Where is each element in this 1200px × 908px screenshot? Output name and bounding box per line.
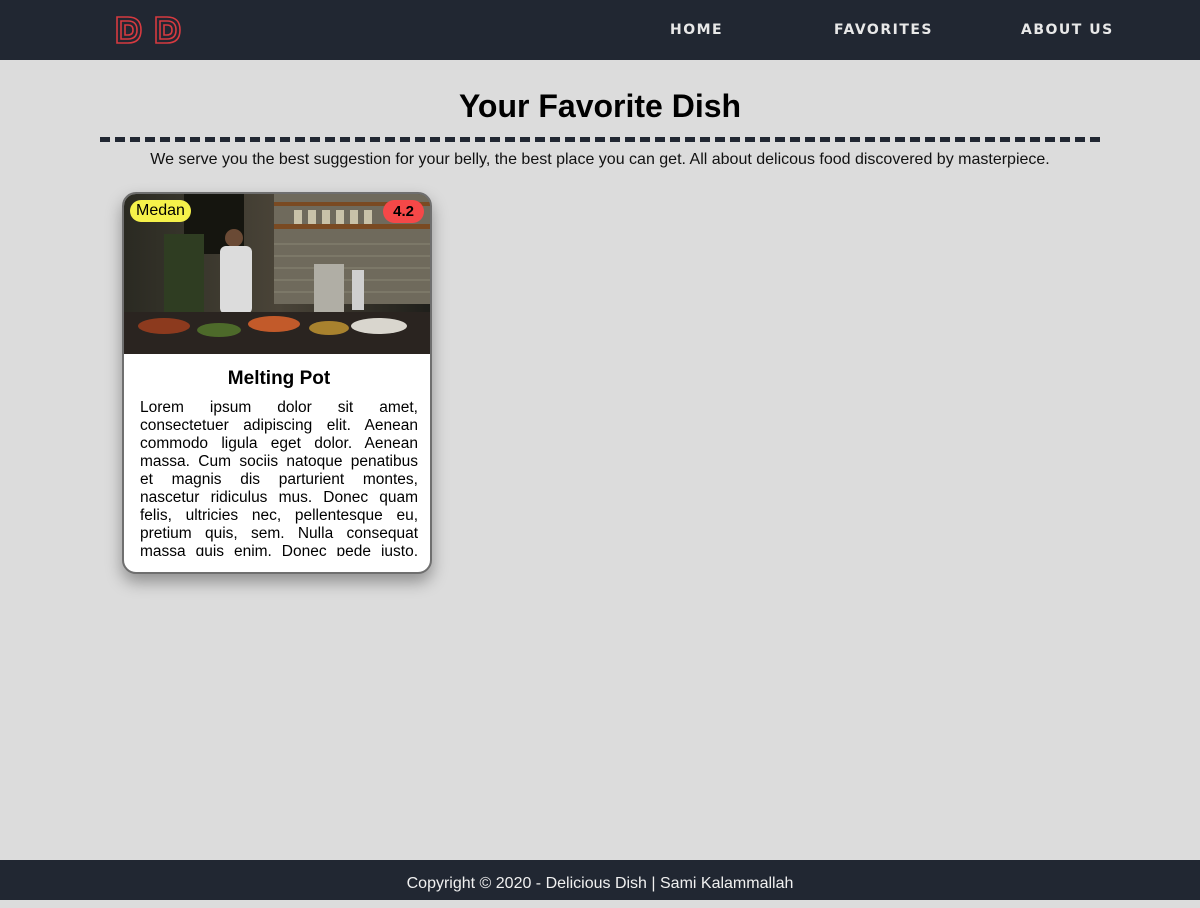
page-tagline: We serve you the best suggestion for you… [150, 151, 1050, 168]
city-badge: Medan [130, 200, 191, 222]
logo[interactable] [116, 16, 182, 44]
footer: Copyright © 2020 - Delicious Dish | Sami… [0, 860, 1200, 900]
footer-copyright: Copyright © 2020 - Delicious Dish | Sami… [406, 875, 794, 892]
dish-card[interactable]: Medan 4.2 Melting Pot Lorem ipsum dolor … [122, 192, 432, 574]
nav-about-us-link[interactable]: ABOUT US [1021, 22, 1114, 38]
dish-description: Lorem ipsum dolor sit amet, consectetuer… [140, 399, 418, 556]
nav-home-link[interactable]: HOME [670, 22, 723, 38]
dish-name: Melting Pot [227, 368, 331, 389]
dashed-divider [100, 137, 1100, 142]
navbar: HOME FAVORITES ABOUT US [0, 0, 1200, 60]
nav-favorites-link[interactable]: FAVORITES [834, 22, 933, 38]
rating-badge: 4.2 [383, 200, 424, 223]
page-title: Your Favorite Dish [458, 88, 742, 124]
